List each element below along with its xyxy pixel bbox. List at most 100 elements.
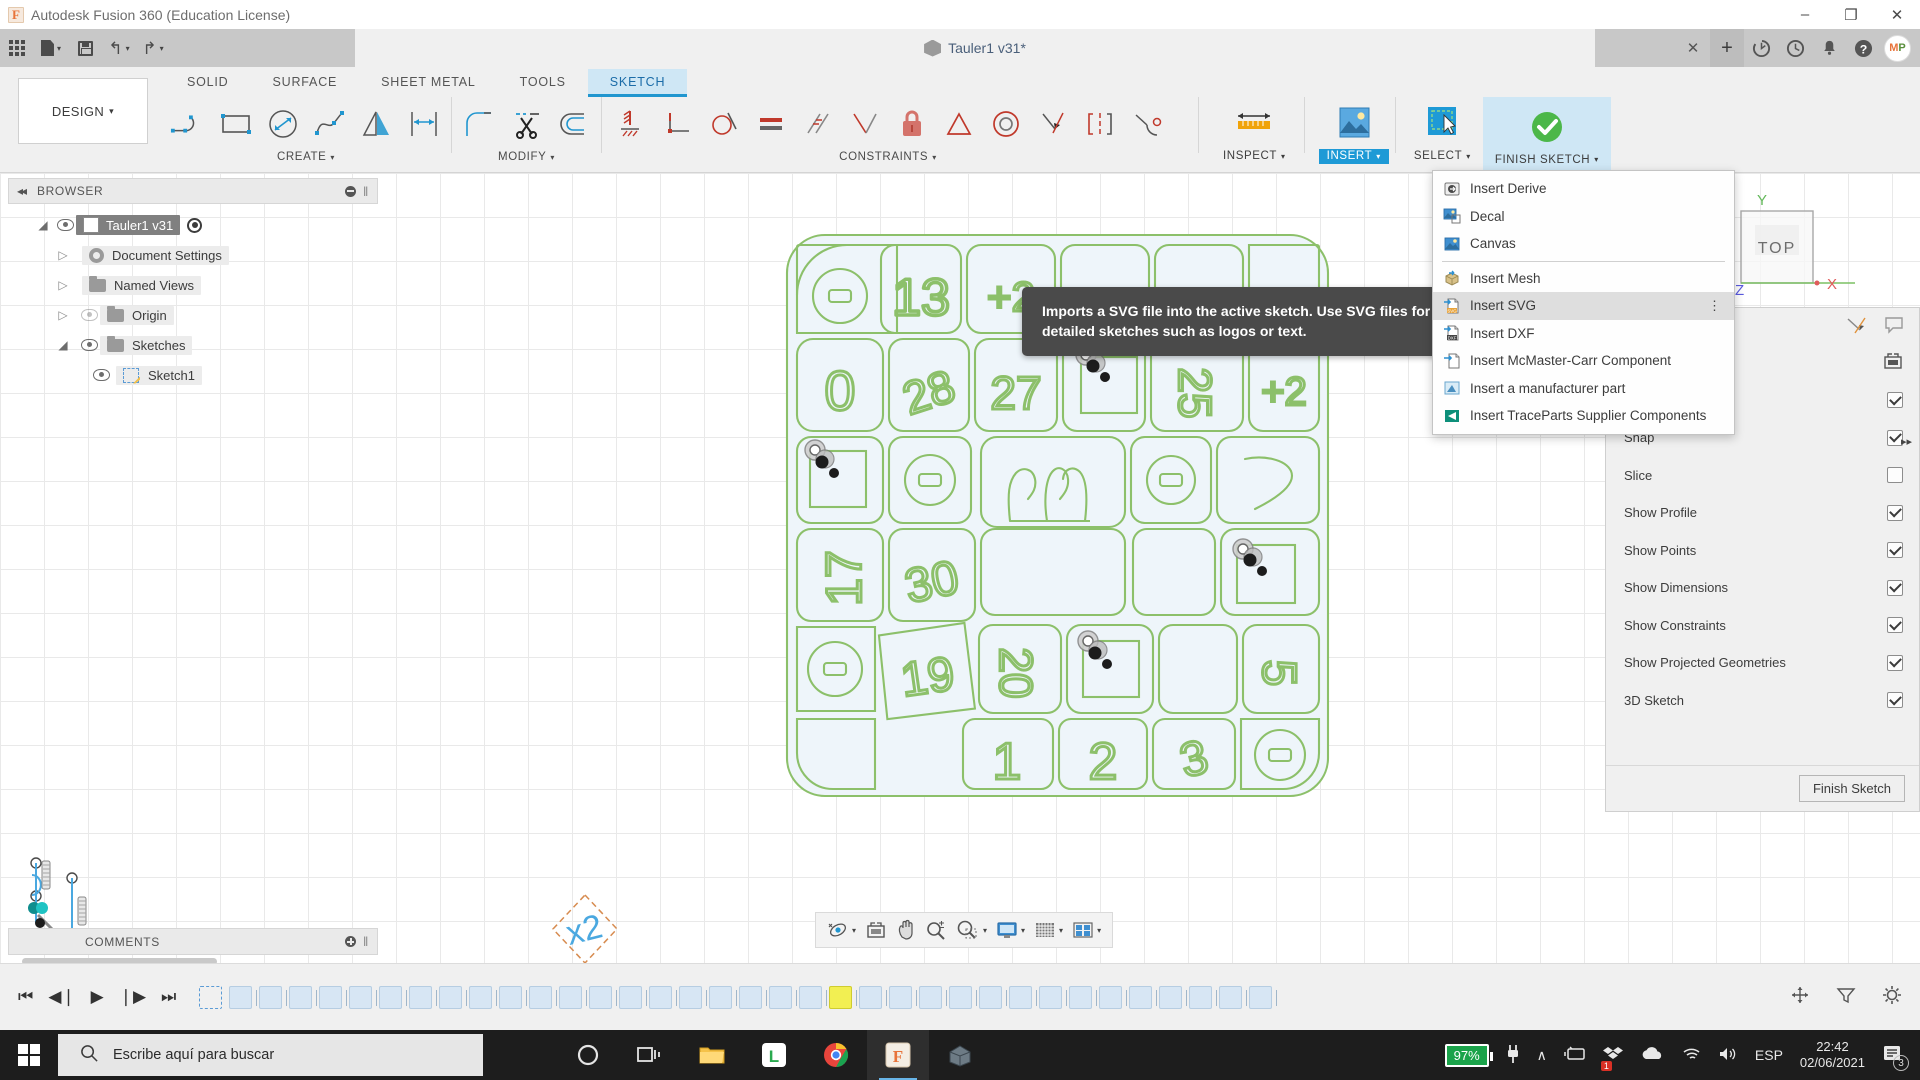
finish-sketch-button[interactable]: Finish Sketch	[1798, 775, 1905, 802]
timeline-feature[interactable]	[1159, 985, 1188, 1009]
tab-solid[interactable]: SOLID	[165, 69, 251, 94]
visibility-eye-icon[interactable]	[80, 309, 98, 321]
collinear-icon[interactable]	[841, 98, 888, 150]
show-projected-geometries-checkbox[interactable]	[1887, 654, 1903, 671]
menu-item-decal[interactable]: Decal	[1433, 203, 1734, 231]
expand-arrow-icon[interactable]: ◢	[38, 218, 47, 232]
menu-item-insert-derive[interactable]: Insert Derive	[1433, 175, 1734, 203]
zoom-icon[interactable]	[922, 916, 950, 944]
close-tab-button[interactable]: ✕	[1676, 29, 1710, 67]
show-profile-checkbox[interactable]	[1887, 504, 1903, 521]
timeline-feature[interactable]	[919, 985, 948, 1009]
symmetry-icon[interactable]	[1076, 98, 1123, 150]
chevron-down-icon[interactable]: ▾	[1021, 926, 1025, 935]
tangent-icon[interactable]	[700, 98, 747, 150]
chevron-down-icon[interactable]: ▾	[330, 153, 335, 162]
activate-component-radio[interactable]	[187, 217, 203, 233]
collapse-icon[interactable]: ◂◂	[17, 184, 27, 198]
show-points-checkbox[interactable]	[1887, 542, 1903, 559]
wifi-icon[interactable]	[1681, 1046, 1701, 1065]
coincident-icon[interactable]	[1029, 98, 1076, 150]
volume-icon[interactable]	[1718, 1046, 1738, 1065]
select-button[interactable]: SELECT ▾	[1406, 97, 1479, 164]
menu-item-insert-svg[interactable]: SVG Insert SVG ⋮	[1433, 292, 1734, 320]
timeline-features[interactable]	[194, 969, 1278, 1025]
grid-snaps-icon[interactable]: ▾	[1031, 916, 1066, 944]
expand-arrow-icon[interactable]: ▷	[58, 248, 67, 262]
chevron-up-icon[interactable]: ∧	[1537, 1047, 1547, 1064]
timeline-feature[interactable]	[469, 985, 498, 1009]
menu-item-insert-traceparts[interactable]: Insert TraceParts Supplier Components	[1433, 402, 1734, 430]
timeline-feature[interactable]	[649, 985, 678, 1009]
save-button[interactable]	[68, 33, 102, 63]
timeline-feature[interactable]	[529, 985, 558, 1009]
tab-sheet-metal[interactable]: SHEET METAL	[359, 69, 497, 94]
spline-icon[interactable]	[306, 98, 353, 150]
chevron-down-icon[interactable]: ▾	[1059, 926, 1063, 935]
viewports-icon[interactable]: ▾	[1069, 916, 1104, 944]
filter-icon[interactable]	[1836, 985, 1856, 1009]
taskbar-clock[interactable]: 22:42 02/06/2021	[1800, 1039, 1865, 1072]
orbit-icon[interactable]: ▾	[824, 916, 859, 944]
timeline-feature[interactable]	[679, 985, 708, 1009]
timeline-feature[interactable]	[889, 985, 918, 1009]
timeline-feature[interactable]	[289, 985, 318, 1009]
timeline-go-to-start[interactable]: ⏮	[18, 987, 33, 1007]
tree-item-document-settings[interactable]: ▷ Document Settings	[8, 240, 378, 270]
palette-row-show-dimensions[interactable]: Show Dimensions	[1606, 569, 1919, 607]
timeline-feature[interactable]	[829, 985, 858, 1009]
timeline-feature[interactable]	[709, 985, 738, 1009]
3d-sketch-checkbox[interactable]	[1887, 692, 1903, 709]
rectangle-icon[interactable]	[212, 98, 259, 150]
trim-scissors-icon[interactable]	[503, 98, 550, 150]
sketch-dimension-icon[interactable]	[400, 98, 447, 150]
timeline-feature[interactable]	[259, 985, 288, 1009]
chevron-down-icon[interactable]: ▾	[932, 153, 937, 162]
bell-icon[interactable]	[1812, 29, 1846, 67]
menu-item-canvas[interactable]: Canvas	[1433, 230, 1734, 258]
timeline-feature[interactable]	[739, 985, 768, 1009]
timeline-feature[interactable]	[1129, 985, 1158, 1009]
mirror-icon[interactable]	[353, 98, 400, 150]
minimize-panel-icon[interactable]	[345, 185, 357, 197]
look-at-icon[interactable]	[1883, 352, 1903, 373]
menu-item-insert-manufacturer-part[interactable]: Insert a manufacturer part	[1433, 375, 1734, 403]
timeline-feature[interactable]	[439, 985, 468, 1009]
task-view-icon[interactable]	[619, 1030, 681, 1080]
inspect-button[interactable]: INSPECT ▾	[1215, 97, 1294, 164]
constraint-tool-icon[interactable]	[1845, 315, 1867, 338]
curvature-icon[interactable]	[1123, 98, 1170, 150]
display-settings-icon[interactable]: ▾	[993, 916, 1028, 944]
zoom-window-icon[interactable]: ▾	[953, 916, 990, 944]
show-dimensions-checkbox[interactable]	[1887, 579, 1903, 596]
settings-gear-icon[interactable]	[1882, 985, 1902, 1009]
avatar[interactable]: MP	[1884, 34, 1911, 62]
chevron-down-icon[interactable]: ▾	[550, 153, 555, 162]
timeline-feature[interactable]	[1039, 985, 1068, 1009]
timeline-feature[interactable]	[949, 985, 978, 1009]
dropbox-icon[interactable]: 1	[1600, 1045, 1623, 1071]
move-timeline-icon[interactable]	[1790, 985, 1810, 1009]
tab-sketch[interactable]: SKETCH	[587, 69, 688, 97]
fix-lock-icon[interactable]	[888, 98, 935, 150]
tree-item-named-views[interactable]: ▷ Named Views	[8, 270, 378, 300]
power-plug-icon[interactable]	[1506, 1044, 1520, 1067]
tree-item-origin[interactable]: ▷ Origin	[8, 300, 378, 330]
tree-item-tauler1[interactable]: ◢ Tauler1 v31	[8, 210, 378, 240]
expand-arrow-icon[interactable]: ◢	[58, 338, 67, 352]
battery-indicator[interactable]: 97%	[1444, 1043, 1493, 1067]
timeline-feature[interactable]	[499, 985, 528, 1009]
pan-hand-icon[interactable]	[893, 916, 919, 944]
timeline-feature[interactable]	[799, 985, 828, 1009]
new-tab-button[interactable]: +	[1710, 29, 1744, 67]
line-icon[interactable]	[165, 98, 212, 150]
recent-icon[interactable]	[1778, 29, 1812, 67]
maximize-button[interactable]: ❐	[1828, 0, 1874, 29]
redo-button[interactable]: ↱ ▾	[136, 33, 170, 63]
minimize-button[interactable]: –	[1782, 0, 1828, 29]
tab-tools[interactable]: TOOLS	[498, 69, 588, 94]
comments-panel[interactable]: COMMENTS ‖	[8, 928, 378, 955]
timeline-feature[interactable]	[1069, 985, 1098, 1009]
timeline-feature[interactable]	[199, 985, 223, 1009]
file-explorer-icon[interactable]	[681, 1030, 743, 1080]
